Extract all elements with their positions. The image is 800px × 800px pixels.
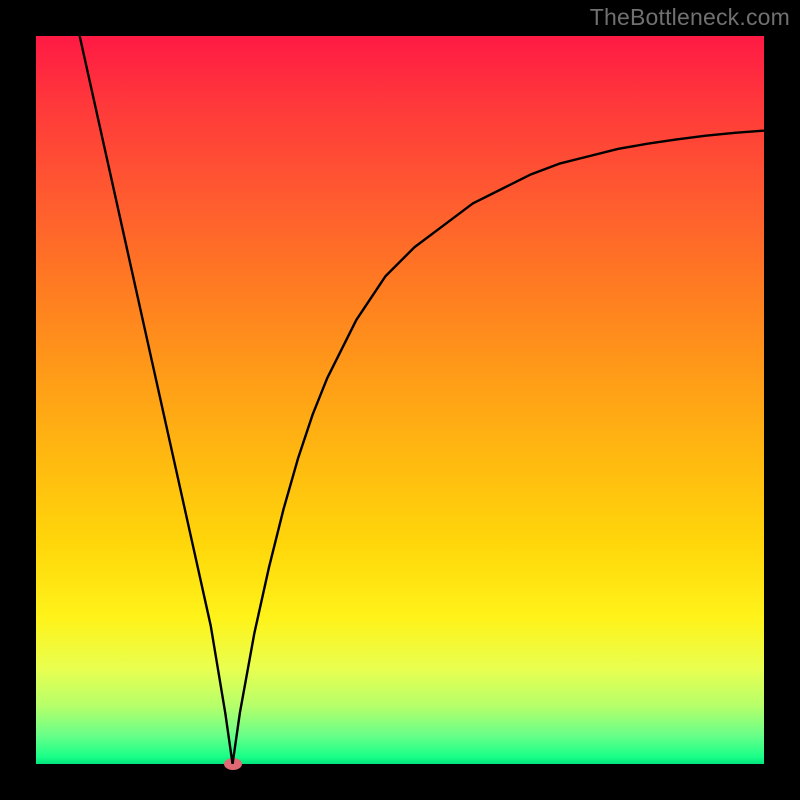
chart-frame: TheBottleneck.com [0, 0, 800, 800]
bottleneck-curve [36, 36, 764, 764]
plot-area [36, 36, 764, 764]
watermark-text: TheBottleneck.com [590, 4, 790, 31]
